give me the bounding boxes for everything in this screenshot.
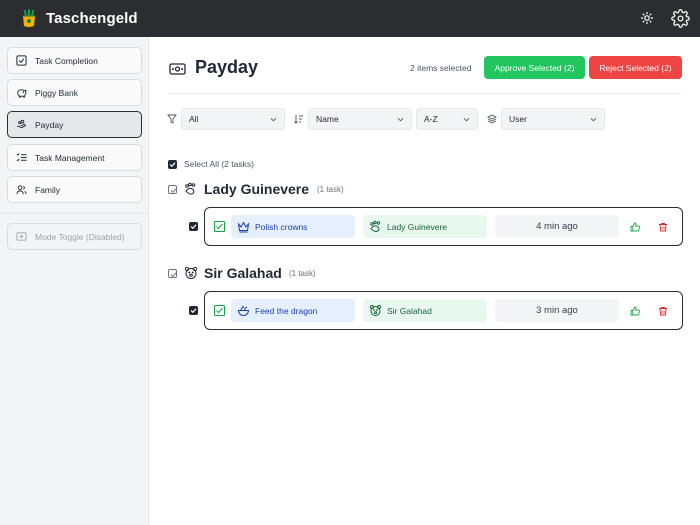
- sun-icon[interactable]: [640, 11, 654, 25]
- filter-select[interactable]: All: [181, 108, 285, 130]
- logo-icon: [23, 8, 35, 27]
- task-card[interactable]: Feed the dragon Sir Galahad 3 min ago: [204, 291, 683, 330]
- sort-field-value: Name: [316, 114, 339, 124]
- group-checkbox[interactable]: [168, 185, 177, 194]
- time-chip: 3 min ago: [495, 299, 619, 322]
- main-content: Payday 2 items selected Approve Selected…: [150, 37, 700, 525]
- bear-icon: [184, 266, 198, 279]
- group-checkbox[interactable]: [168, 269, 177, 278]
- check-icon: [190, 308, 197, 314]
- select-all-checkbox[interactable]: [168, 160, 177, 169]
- filter-select-value: All: [189, 114, 199, 124]
- sort-icon: [294, 115, 303, 124]
- time-chip: 4 min ago: [495, 215, 619, 238]
- checkbox-square-icon: [16, 55, 27, 66]
- group-by-select[interactable]: User: [501, 108, 605, 130]
- sidebar-item-payday[interactable]: Payday: [7, 111, 142, 138]
- task-card[interactable]: Polish crowns Lady Guinevere 4 min ago: [204, 207, 683, 246]
- select-all-label: Select All (2 tasks): [184, 159, 254, 169]
- users-icon: [16, 185, 27, 195]
- sidebar-item-label: Payday: [35, 119, 64, 130]
- sidebar-item-label: Piggy Bank: [35, 87, 78, 98]
- top-bar: Taschengeld: [0, 0, 700, 37]
- header-divider: [168, 93, 682, 94]
- hand-coins-icon: [16, 119, 26, 129]
- check-icon: [190, 224, 197, 230]
- chevron-down-icon: [270, 117, 277, 122]
- check-icon: [170, 188, 177, 194]
- toggle-icon: [16, 232, 27, 241]
- user-name: Sir Galahad: [387, 305, 432, 316]
- mode-toggle-label: Mode Toggle (Disabled): [35, 231, 125, 242]
- user-chip: Lady Guinevere: [363, 215, 487, 238]
- banknote-icon: [169, 63, 186, 75]
- task-name: Feed the dragon: [255, 305, 318, 316]
- sidebar-item-label: Task Completion: [35, 55, 98, 66]
- reject-selected-button[interactable]: Reject Selected (2): [589, 56, 682, 79]
- check-square-icon: [214, 305, 225, 316]
- sidebar-divider: [0, 213, 149, 214]
- sort-order-value: A-Z: [424, 114, 438, 124]
- cat-icon: [185, 182, 196, 195]
- chevron-down-icon: [397, 117, 404, 122]
- user-name: Lady Guinevere: [387, 221, 448, 232]
- check-square-icon: [214, 221, 225, 232]
- group-by-value: User: [509, 114, 527, 124]
- mode-toggle-button[interactable]: Mode Toggle (Disabled): [7, 223, 142, 250]
- approve-selected-button[interactable]: Approve Selected (2): [484, 56, 585, 79]
- chevron-down-icon: [590, 117, 597, 122]
- time-ago: 3 min ago: [536, 305, 578, 316]
- piggy-bank-icon: [17, 89, 27, 98]
- sidebar-item-label: Task Management: [35, 152, 105, 163]
- bowl-icon: [237, 305, 250, 316]
- thumbs-up-icon[interactable]: [630, 306, 640, 316]
- trash-icon[interactable]: [658, 222, 668, 232]
- crown-icon: [237, 221, 250, 233]
- task-name: Polish crowns: [255, 221, 308, 232]
- layers-icon: [487, 114, 497, 124]
- task-name-chip: Feed the dragon: [231, 299, 355, 322]
- sidebar-item-piggy-bank[interactable]: Piggy Bank: [7, 79, 142, 106]
- time-ago: 4 min ago: [536, 221, 578, 232]
- group-name: Lady Guinevere: [204, 181, 310, 197]
- selected-count: 2 items selected: [410, 63, 472, 73]
- check-icon: [169, 162, 176, 168]
- sidebar-item-task-management[interactable]: Task Management: [7, 144, 142, 171]
- group-name: Sir Galahad: [204, 265, 282, 281]
- gear-icon[interactable]: [671, 9, 690, 28]
- task-checkbox[interactable]: [189, 222, 198, 231]
- user-chip: Sir Galahad: [363, 299, 487, 322]
- task-name-chip: Polish crowns: [231, 215, 355, 238]
- cat-icon: [370, 220, 381, 233]
- list-checks-icon: [16, 153, 27, 162]
- group-count: (1 task): [289, 269, 316, 278]
- sort-order-select[interactable]: A-Z: [416, 108, 478, 130]
- filter-icon: [167, 114, 177, 124]
- trash-icon[interactable]: [658, 306, 668, 316]
- sort-field-select[interactable]: Name: [308, 108, 412, 130]
- task-checkbox[interactable]: [189, 306, 198, 315]
- page-title: Payday: [195, 57, 259, 77]
- sidebar-item-label: Family: [35, 184, 61, 195]
- chevron-down-icon: [463, 117, 470, 122]
- app-title: Taschengeld: [46, 10, 138, 27]
- sidebar-item-task-completion[interactable]: Task Completion: [7, 47, 142, 74]
- check-icon: [170, 272, 177, 278]
- bear-icon: [370, 305, 381, 316]
- sidebar: Task Completion Piggy Bank Payday Task M…: [0, 37, 149, 525]
- group-count: (1 task): [317, 185, 344, 194]
- sidebar-item-family[interactable]: Family: [7, 176, 142, 203]
- thumbs-up-icon[interactable]: [630, 222, 640, 232]
